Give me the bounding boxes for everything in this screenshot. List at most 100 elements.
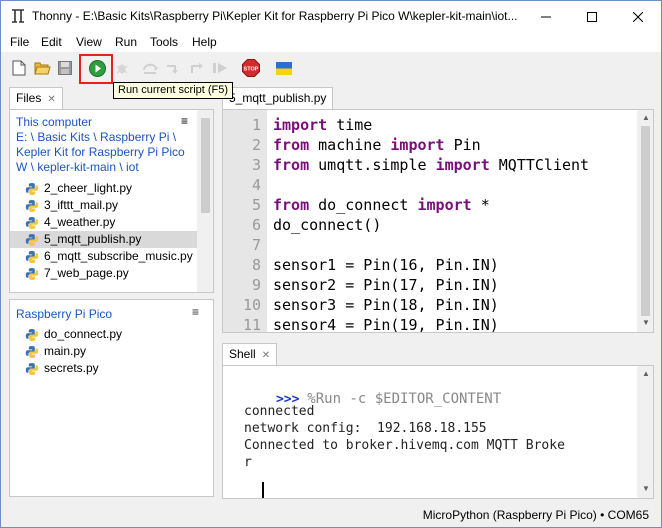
shell-tab-bar: Shell ✕ [222,343,654,365]
file-list-item[interactable]: 2_cheer_light.py [10,180,198,197]
tab-files[interactable]: Files ✕ [9,87,63,109]
save-file-button[interactable] [56,59,74,77]
line-number: 4 [251,176,261,194]
new-file-button[interactable] [10,59,28,77]
status-bar: MicroPython (Raspberry Pi Pico) • COM65 [1,503,661,527]
file-list-item[interactable]: 7_web_page.py [10,265,198,282]
file-name: 3_ifttt_mail.py [44,198,119,212]
folder-open-icon [33,62,51,75]
pico-file-item[interactable]: main.py [10,343,198,360]
debug-bug-icon [116,64,128,74]
scrollbar-thumb[interactable] [641,126,650,316]
code-token: do_connect() [273,216,382,234]
interpreter-status[interactable]: MicroPython (Raspberry Pi Pico) • COM65 [423,508,649,522]
files-scrollbar[interactable] [197,110,213,292]
python-file-icon [25,217,39,229]
close-icon[interactable]: ✕ [47,94,55,105]
menu-file[interactable]: File [10,35,29,49]
editor-tab-bar: 5_mqtt_publish.py [222,87,654,109]
file-name: do_connect.py [44,327,123,341]
code-line: from umqtt.simple import MQTTClient [273,156,589,174]
line-number: 1 [251,116,261,134]
shell-scrollbar[interactable]: ▲ ▼ [637,366,653,498]
file-name: 2_cheer_light.py [44,181,133,195]
resume-button[interactable] [211,59,229,77]
menu-help[interactable]: Help [192,35,217,49]
python-file-icon [25,200,39,212]
debug-button[interactable] [113,59,131,77]
shell-input-line[interactable]: >>> [229,484,299,498]
file-list-item[interactable]: 5_mqtt_publish.py [10,231,198,248]
scrollbar-thumb[interactable] [201,118,210,213]
step-out-button[interactable] [188,59,206,77]
code-token: Pin [444,136,481,154]
run-button-highlight [79,54,113,84]
tab-editor-file[interactable]: 5_mqtt_publish.py [222,87,334,109]
editor-scrollbar[interactable]: ▲ ▼ [637,110,653,332]
file-name: main.py [44,344,87,358]
line-number: 11 [242,316,261,333]
scroll-up-icon[interactable]: ▲ [642,369,650,378]
scroll-up-icon[interactable]: ▲ [642,113,650,122]
file-list-item[interactable]: 3_ifttt_mail.py [10,197,198,214]
menu-tools[interactable]: Tools [150,35,178,49]
code-token: MQTTClient [489,156,590,174]
text-cursor [262,482,264,498]
path-line[interactable]: W \ kepler-kit-main \ iot [16,160,139,174]
maximize-icon [587,11,597,22]
pico-file-item[interactable]: do_connect.py [10,326,198,343]
step-over-button[interactable] [142,59,160,77]
path-line[interactable]: Kepler Kit for Raspberry Pi Pico [16,145,185,159]
code-keyword: from [273,136,310,154]
shell-output-line: Connected to broker.hivemq.com MQTT Brok… [244,438,565,453]
ukraine-flag-icon [276,61,292,75]
code-editor[interactable]: 1 2 3 4 5 6 7 8 9 10 11 import time from machine im… [222,109,654,333]
minimize-icon [541,16,551,17]
hamburger-menu-icon[interactable]: ≡ [192,305,199,319]
shell-panel[interactable]: >>> %Run -c $EDITOR_CONTENT connected ne… [222,365,654,499]
code-line: sensor2 = Pin(17, Pin.IN) [273,276,499,294]
shell-tab-label: Shell [229,347,256,361]
hamburger-menu-icon[interactable]: ≡ [181,114,188,128]
editor-tab-label: 5_mqtt_publish.py [229,91,327,105]
line-number-gutter: 1 2 3 4 5 6 7 8 9 10 11 [223,110,267,332]
code-token: do_connect [309,196,418,214]
maximize-button[interactable] [569,1,615,32]
section-this-computer[interactable]: This computer [16,115,92,129]
files-panel-this-computer: This computer E: \ Basic Kits \ Raspberr… [9,109,214,293]
shell-command: %Run -c $EDITOR_CONTENT [307,391,502,407]
section-pico: Raspberry Pi Pico [16,307,113,321]
shell-output-line: connected [244,404,315,419]
line-number: 8 [251,256,261,274]
ukraine-flag-button[interactable] [275,59,293,77]
file-name: 7_web_page.py [44,266,129,280]
code-token: umqtt.simple [309,156,436,174]
close-icon[interactable]: ✕ [262,350,270,361]
code-keyword: import [417,196,472,214]
step-into-button[interactable] [165,59,183,77]
code-keyword: import [390,136,445,154]
files-panel-pico: Raspberry Pi Pico ≡ do_connect.py main.py… [9,299,214,497]
path-line[interactable]: E: \ Basic Kits \ Raspberry Pi \ [16,130,176,144]
line-number: 5 [251,196,261,214]
scroll-down-icon[interactable]: ▼ [642,318,650,327]
close-button[interactable] [615,1,661,32]
file-list-item[interactable]: 6_mqtt_subscribe_music.py [10,248,198,265]
menu-view[interactable]: View [76,35,102,49]
file-list-item[interactable]: 4_weather.py [10,214,198,231]
python-file-icon [25,346,39,358]
stop-button[interactable]: STOP [242,59,260,77]
minimize-button[interactable] [523,1,569,32]
pico-file-item[interactable]: secrets.py [10,360,198,377]
file-name: 6_mqtt_subscribe_music.py [44,249,193,263]
menu-run[interactable]: Run [115,35,137,49]
file-name: 5_mqtt_publish.py [44,232,142,246]
menu-edit[interactable]: Edit [41,35,62,49]
file-name: 4_weather.py [44,215,116,229]
open-file-button[interactable] [33,59,51,77]
line-number: 7 [251,236,261,254]
tab-shell[interactable]: Shell ✕ [222,343,278,365]
resume-icon [213,63,227,73]
title-bar: Thonny - E:\Basic Kits\Raspberry Pi\Kepl… [1,1,661,32]
scroll-down-icon[interactable]: ▼ [642,484,650,493]
